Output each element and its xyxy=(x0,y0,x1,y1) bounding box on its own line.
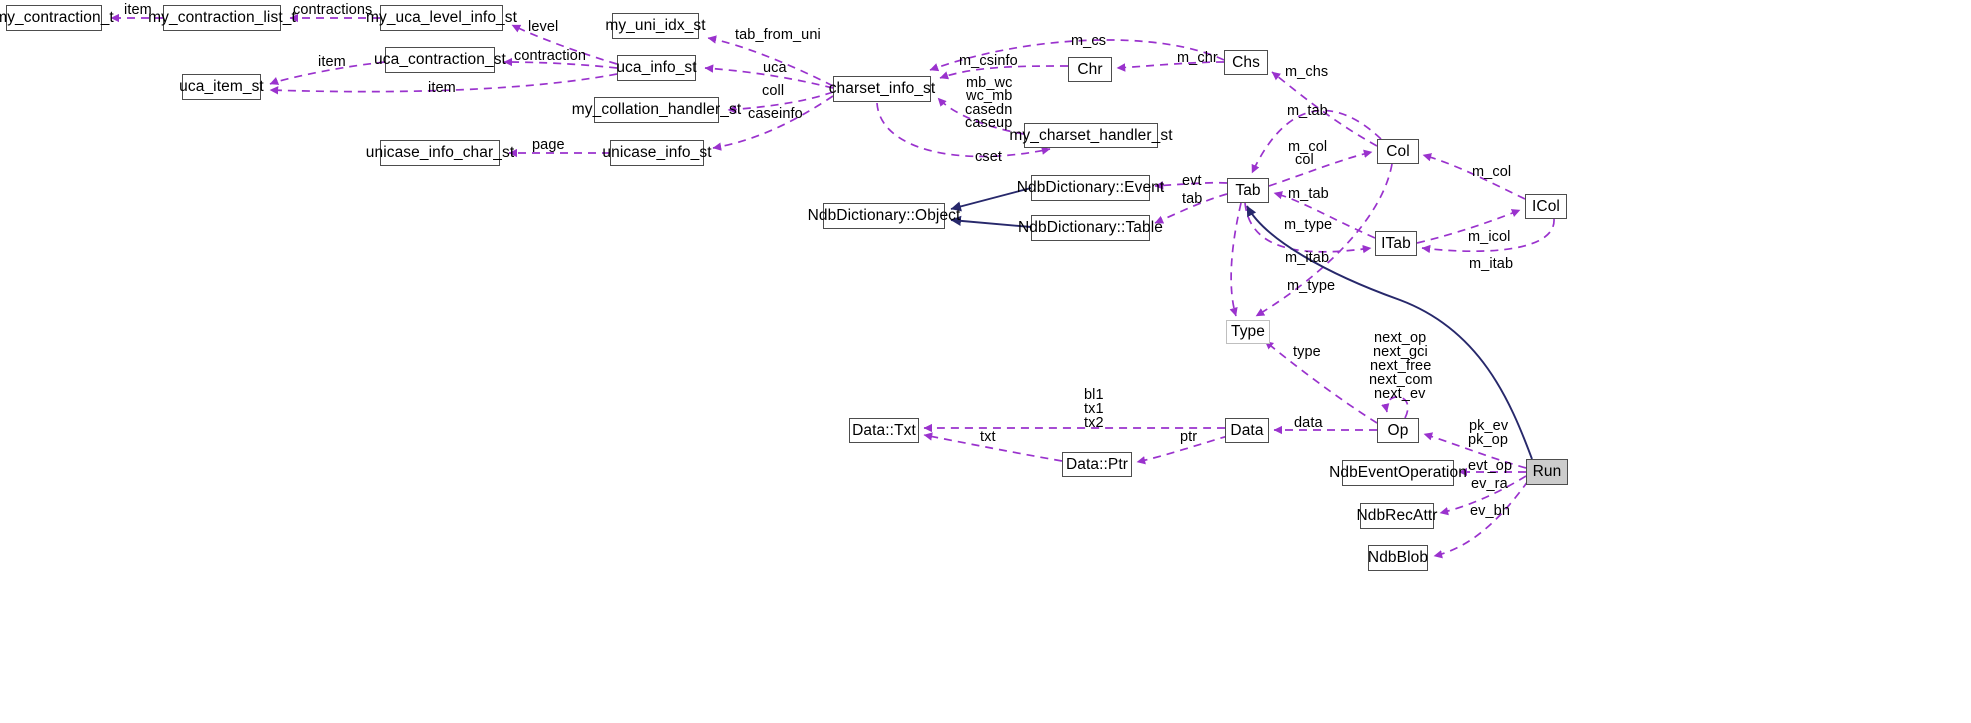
node-my-uca-level-info-st[interactable]: my_uca_level_info_st xyxy=(366,5,517,31)
collaboration-diagram: my_contraction_t my_contraction_list_t m… xyxy=(0,0,1971,723)
edge-label-item-uca: item xyxy=(318,54,346,70)
edge-label-m-csinfo: m_csinfo xyxy=(959,53,1018,69)
edge-label-ev-ra: ev_ra xyxy=(1471,476,1508,492)
edge-label-evt: evt xyxy=(1182,173,1202,189)
edge-label-m-chs: m_chs xyxy=(1285,64,1329,80)
node-uca-contraction-st[interactable]: uca_contraction_st xyxy=(374,47,506,73)
edge-label-caseinfo: caseinfo xyxy=(748,106,803,122)
edge-label-contraction: contraction xyxy=(514,48,587,64)
edge-label-m-itab-2: m_itab xyxy=(1285,250,1330,266)
node-unicase-info-char-st[interactable]: unicase_info_char_st xyxy=(366,140,514,166)
node-charset-info-st[interactable]: charset_info_st xyxy=(829,76,935,102)
edge-label-item-2: item xyxy=(428,80,456,96)
node-chs[interactable]: Chs xyxy=(1224,50,1268,75)
node-run[interactable]: Run xyxy=(1526,459,1568,485)
edge-label-col: col xyxy=(1295,152,1314,168)
node-uca-info-st[interactable]: uca_info_st xyxy=(616,55,697,81)
node-itab[interactable]: ITab xyxy=(1375,231,1417,256)
node-unicase-info-st[interactable]: unicase_info_st xyxy=(602,140,712,166)
edge-label-next-com: next_com xyxy=(1369,372,1433,388)
edge-label-level: level xyxy=(528,19,559,35)
edge-label-m-icol: m_icol xyxy=(1468,229,1511,245)
edge-label-tx1: tx1 xyxy=(1084,401,1104,417)
edge-label-data: data xyxy=(1294,415,1323,431)
node-ndbdictionary-table[interactable]: NdbDictionary::Table xyxy=(1018,215,1163,241)
node-chr[interactable]: Chr xyxy=(1068,57,1112,82)
node-uca-item-st[interactable]: uca_item_st xyxy=(179,74,264,100)
node-data-ptr[interactable]: Data::Ptr xyxy=(1062,452,1132,477)
edge-label-next-free: next_free xyxy=(1370,358,1432,374)
edge-label-next-ev: next_ev xyxy=(1374,386,1426,402)
edge-label-pk-op: pk_op xyxy=(1468,432,1509,448)
edge-label-type: type xyxy=(1293,344,1321,360)
node-data[interactable]: Data xyxy=(1225,418,1269,443)
edge-label-next-gci: next_gci xyxy=(1373,344,1428,360)
node-ndbblob[interactable]: NdbBlob xyxy=(1368,545,1428,571)
edge-label-tx2: tx2 xyxy=(1084,415,1104,431)
node-ndbrecattr[interactable]: NdbRecAttr xyxy=(1356,503,1437,529)
edge-label-caseup: caseup xyxy=(965,115,1013,131)
node-ndbeventoperation[interactable]: NdbEventOperation xyxy=(1329,460,1467,486)
edge-label-evt-op: evt_op xyxy=(1468,458,1513,474)
edge-label-ev-bh: ev_bh xyxy=(1470,503,1511,519)
edge-label-m-itab: m_itab xyxy=(1469,256,1514,272)
edge-label-uca: uca xyxy=(763,60,787,76)
edge-label-next-op: next_op xyxy=(1374,330,1427,346)
edge-label-m-type-2: m_type xyxy=(1287,278,1336,294)
edge-label-pk-ev: pk_ev xyxy=(1469,418,1509,434)
edge-label-tab: tab xyxy=(1182,191,1203,207)
edge-label-item: item xyxy=(124,2,152,18)
edge-label-m-tab-2: m_tab xyxy=(1288,186,1329,202)
node-data-txt[interactable]: Data::Txt xyxy=(849,418,919,443)
edge-label-page: page xyxy=(532,137,565,153)
node-my-collation-handler-st[interactable]: my_collation_handler_st xyxy=(572,97,741,123)
node-icol[interactable]: ICol xyxy=(1525,194,1567,219)
node-ndbdictionary-event[interactable]: NdbDictionary::Event xyxy=(1017,175,1164,201)
edge-label-bl1: bl1 xyxy=(1084,387,1104,403)
node-ndbdictionary-object[interactable]: NdbDictionary::Object xyxy=(808,203,960,229)
node-tab[interactable]: Tab xyxy=(1227,178,1269,203)
edge-label-txt: txt xyxy=(980,429,996,445)
edge-label-wc-mb: wc_mb xyxy=(966,88,1013,104)
node-my-uni-idx-st[interactable]: my_uni_idx_st xyxy=(605,13,706,39)
edge-label-ptr: ptr xyxy=(1180,429,1198,445)
edge-label-tab-from-uni: tab_from_uni xyxy=(735,27,821,43)
node-op[interactable]: Op xyxy=(1377,418,1419,443)
edge-label-cset: cset xyxy=(975,149,1002,165)
edge-label-m-chr: m_chr xyxy=(1177,50,1218,66)
node-my-contraction-t[interactable]: my_contraction_t xyxy=(0,5,114,31)
node-type[interactable]: Type xyxy=(1226,320,1270,344)
edge-label-m-cs: m_cs xyxy=(1071,33,1107,49)
node-col[interactable]: Col xyxy=(1377,139,1419,164)
node-my-charset-handler-st[interactable]: my_charset_handler_st xyxy=(1009,123,1173,148)
edge-label-contractions: contractions xyxy=(293,2,373,18)
node-my-contraction-list-t[interactable]: my_contraction_list_t xyxy=(148,5,296,31)
edge-label-m-col-2: m_col xyxy=(1472,164,1512,180)
edge-label-coll: coll xyxy=(762,83,785,99)
edge-label-m-type: m_type xyxy=(1284,217,1333,233)
edge-label-m-tab: m_tab xyxy=(1287,103,1328,119)
